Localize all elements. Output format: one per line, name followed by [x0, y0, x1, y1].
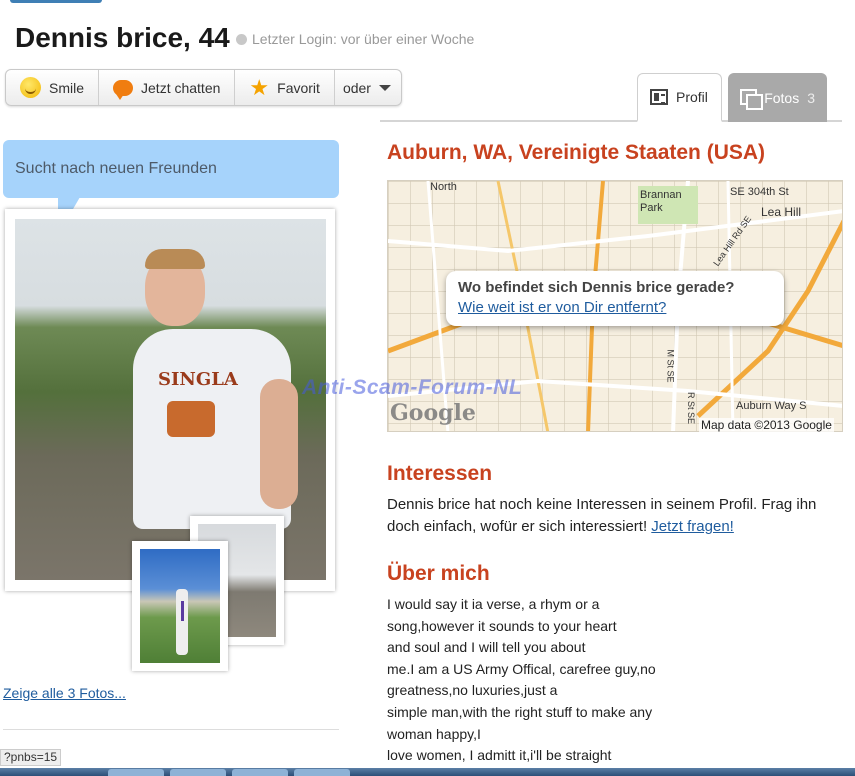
- photos-icon: [740, 88, 764, 110]
- status-speech-bubble: Sucht nach neuen Freunden: [3, 140, 339, 198]
- smile-label: Smile: [49, 79, 85, 96]
- smile-button[interactable]: Smile: [6, 70, 100, 105]
- about-line: simple man,with the right stuff to make …: [387, 703, 653, 720]
- chevron-down-icon: [378, 84, 391, 91]
- map-question: Wo befindet sich Dennis brice gerade?: [458, 279, 735, 296]
- about-line: and soul and I will tell you about: [387, 639, 586, 656]
- map-attribution: Map data ©2013 Google: [699, 418, 834, 432]
- favorite-label: Favorit: [277, 79, 320, 96]
- interests-title: Interessen: [387, 462, 493, 485]
- location-title: Auburn, WA, Vereinigte Staaten (USA): [387, 141, 766, 164]
- ask-now-link[interactable]: Jetzt fragen!: [651, 518, 734, 535]
- left-divider: [3, 729, 339, 730]
- about-text: I would say it ia verse, a rhym or a son…: [387, 594, 656, 767]
- chat-label: Jetzt chatten: [141, 79, 221, 96]
- map-info-window: Wo befindet sich Dennis brice gerade? Wi…: [446, 271, 784, 326]
- star-icon: ★: [249, 74, 270, 100]
- thumbnail-person: [176, 589, 188, 655]
- about-line: song,however it sounds to your heart: [387, 617, 617, 634]
- distance-link[interactable]: Wie weit ist er von Dir entfernt?: [458, 299, 772, 316]
- photo-person-hair: [145, 249, 205, 269]
- taskbar-button[interactable]: [170, 769, 226, 776]
- map-label: Auburn Way S: [736, 400, 807, 412]
- interests-text: Dennis brice hat noch keine Interessen i…: [387, 494, 847, 538]
- profile-name: Dennis brice, 44: [15, 22, 230, 53]
- map-label: SE 304th St: [730, 186, 789, 198]
- tab-profile-label: Profil: [676, 89, 708, 105]
- action-bar: Smile Jetzt chatten ★ Favorit oder: [5, 69, 402, 106]
- photo-person-arm: [260, 379, 298, 509]
- map-label: Lea Hill: [761, 205, 802, 219]
- thumbnail-tie: [181, 601, 184, 621]
- interests-body: Dennis brice hat noch keine Interessen i…: [387, 496, 817, 535]
- profile-card-icon: [650, 89, 668, 105]
- watermark-text: Anti-Scam-Forum-NL: [302, 376, 523, 399]
- taskbar-button[interactable]: [108, 769, 164, 776]
- about-line: woman happy,I: [387, 725, 481, 742]
- taskbar-button[interactable]: [232, 769, 288, 776]
- tab-photos-count: 3: [807, 89, 815, 106]
- taskbar-button[interactable]: [294, 769, 350, 776]
- tab-photos[interactable]: Fotos 3: [728, 73, 827, 122]
- about-line: me.I am a US Army Offical, carefree guy,…: [387, 660, 656, 677]
- about-title: Über mich: [387, 562, 490, 585]
- chat-bubble-icon: [113, 79, 134, 100]
- google-logo: Google: [390, 400, 476, 426]
- about-line: greatness,no luxuries,just a: [387, 682, 558, 699]
- smiley-icon: [20, 77, 41, 98]
- last-login-text: Letzter Login: vor über einer Woche: [252, 31, 475, 47]
- last-login-status: Letzter Login: vor über einer Woche: [236, 31, 474, 47]
- favorite-button[interactable]: ★ Favorit: [235, 70, 335, 105]
- chat-button[interactable]: Jetzt chatten: [99, 70, 236, 105]
- thumbnail-image: [140, 549, 220, 663]
- map-label: M St SE: [665, 349, 676, 383]
- profile-page: Dennis brice, 44 Letzter Login: vor über…: [0, 0, 855, 776]
- more-dropdown[interactable]: oder: [335, 70, 401, 105]
- tab-profile[interactable]: Profil: [637, 73, 722, 122]
- tab-photos-label: Fotos: [764, 89, 800, 106]
- status-bar-url: ?pnbs=15: [0, 749, 62, 766]
- map-label: Brannan Park: [640, 189, 682, 214]
- about-line: love women, I admitt it,i'll be straight: [387, 747, 612, 764]
- about-line: I would say it ia verse, a rhym or a: [387, 596, 600, 612]
- shirt-print-text: SINGLA: [158, 369, 238, 390]
- map-label: R St SE: [686, 391, 697, 425]
- shirt-graphic: [167, 401, 215, 437]
- status-text: Sucht nach neuen Freunden: [15, 160, 217, 177]
- photo-thumbnail[interactable]: [132, 541, 228, 671]
- main-profile-photo[interactable]: SINGLA: [5, 209, 335, 591]
- map-label: North: [430, 181, 457, 193]
- show-all-photos-link[interactable]: Zeige alle 3 Fotos...: [3, 685, 126, 701]
- top-accent-bar: [10, 0, 102, 3]
- offline-dot-icon: [236, 33, 247, 45]
- more-label: oder: [342, 79, 371, 96]
